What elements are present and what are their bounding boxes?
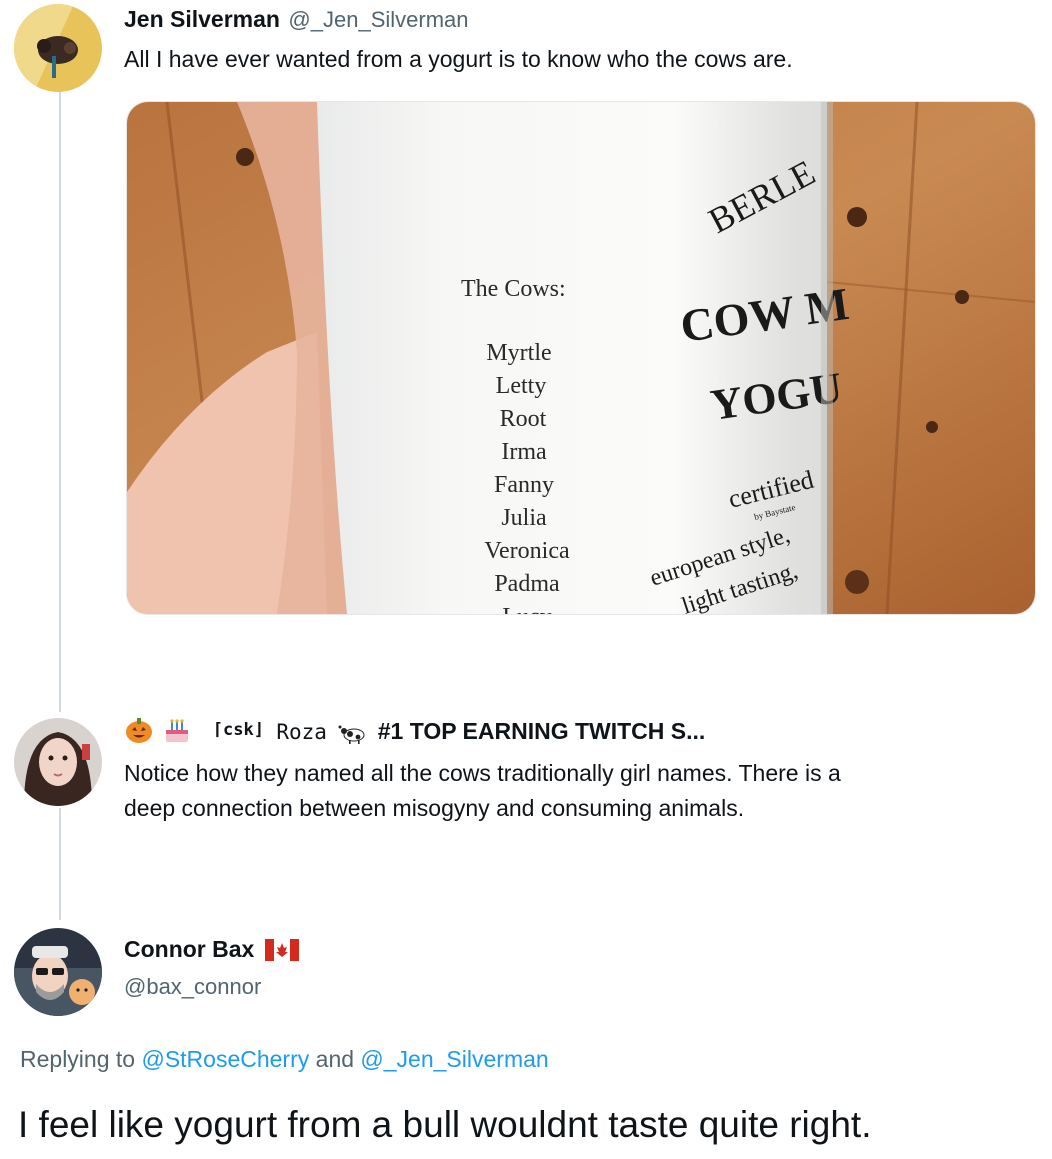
cows-heading: The Cows: <box>461 276 566 302</box>
tweet1-text: All I have ever wanted from a yogurt is … <box>124 46 793 72</box>
tweet1-photo[interactable]: The Cows: Myrtle Letty Root Irma Fanny J… <box>126 101 1036 615</box>
cow-name: Myrtle <box>486 340 551 366</box>
tweet2-text-line2: deep connection between misogyny and con… <box>124 795 745 821</box>
cow-name: Lucy <box>502 604 551 614</box>
tweet3-header: Connor Bax <box>124 936 299 966</box>
avatar-connor-bax[interactable] <box>14 928 102 1016</box>
tweet3-author-name[interactable]: Connor Bax <box>124 936 254 962</box>
pumpkin-icon <box>124 716 154 750</box>
cow-name: Fanny <box>494 472 554 498</box>
birthday-cake-icon <box>162 716 192 750</box>
cow-name: Letty <box>496 373 547 399</box>
tweet1-header: Jen Silverman @_Jen_Silverman <box>124 6 469 33</box>
replying-to-line: Replying to @StRoseCherry and @_Jen_Silv… <box>20 1046 549 1073</box>
mention-jen-silverman[interactable]: @_Jen_Silverman <box>360 1046 548 1072</box>
cow-name: Irma <box>501 439 547 465</box>
avatar-roza[interactable] <box>14 718 102 806</box>
tweet3-author-handle[interactable]: @bax_connor <box>124 974 261 1000</box>
tweet1-author-handle[interactable]: @_Jen_Silverman <box>288 7 468 32</box>
tweet1-author-name[interactable]: Jen Silverman <box>124 6 280 32</box>
canada-flag-icon <box>264 939 299 966</box>
tweet2-text-line1: Notice how they named all the cows tradi… <box>124 760 841 786</box>
mention-strosecherry[interactable]: @StRoseCherry <box>141 1046 309 1072</box>
thread-line-1 <box>59 92 61 712</box>
cow-name: Root <box>500 406 547 432</box>
cow-name: Julia <box>501 505 547 531</box>
tweet3-text: I feel like yogurt from a bull wouldnt t… <box>18 1104 872 1145</box>
avatar-jen-silverman[interactable] <box>14 4 102 92</box>
cow-icon <box>337 722 371 750</box>
tweet2-name-prefix[interactable]: ⌈csk⌋ <box>213 720 264 740</box>
thread-line-2 <box>59 808 61 920</box>
replying-and: and <box>315 1046 355 1072</box>
replying-prefix: Replying to <box>20 1046 136 1072</box>
tweet2-header: ⌈csk⌋ Roza #1 TOP EARNING TWITCH S... <box>124 716 705 750</box>
tweet2-name-roza[interactable]: Roza <box>276 720 327 744</box>
tweet2-text: Notice how they named all the cows tradi… <box>124 756 841 826</box>
cow-name: Padma <box>494 571 560 597</box>
tweet2-name-rest[interactable]: #1 TOP EARNING TWITCH S... <box>378 718 706 744</box>
cow-name: Veronica <box>484 538 570 564</box>
